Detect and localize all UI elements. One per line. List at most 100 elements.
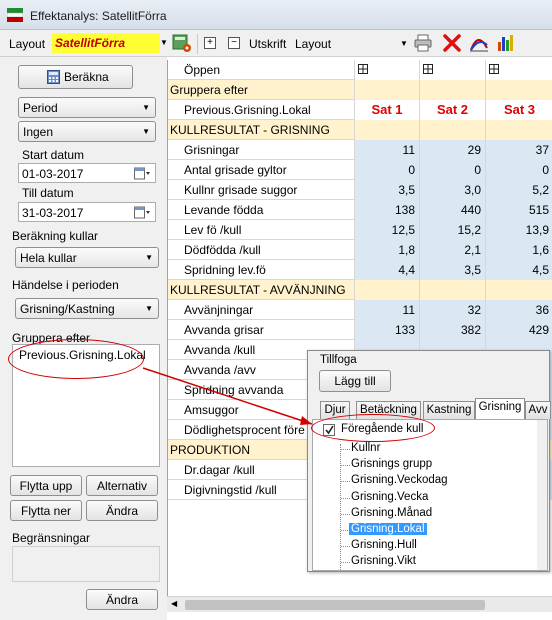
limits-box[interactable] (12, 546, 160, 582)
data-cell[interactable]: 4,4 (354, 260, 419, 280)
table-row[interactable]: Kullnr grisade suggor 3,5 3,0 5,2 (168, 180, 552, 200)
expand-all-button[interactable]: + (204, 37, 216, 49)
data-cell[interactable]: 138 (354, 200, 419, 220)
tree-item[interactable]: Grisning.Vikt (351, 555, 416, 567)
add-button[interactable]: Lägg till (319, 370, 391, 392)
data-cell[interactable]: 0 (354, 160, 419, 180)
table-row[interactable]: Dödfödda /kull 1,8 2,1 1,6 (168, 240, 552, 260)
data-cell[interactable]: 0 (485, 160, 552, 180)
data-cell[interactable]: 13,9 (485, 220, 552, 240)
data-cell[interactable]: 29 (419, 140, 485, 160)
calculate-button[interactable]: Beräkna (18, 65, 133, 89)
data-cell[interactable]: 429 (485, 320, 552, 340)
pin-icon[interactable] (489, 64, 499, 74)
horizontal-scrollbar[interactable]: ◀ (167, 596, 552, 612)
data-cell[interactable]: 133 (354, 320, 419, 340)
column-header[interactable]: Sat 3 (485, 100, 552, 120)
print-layout-select[interactable]: Layout ▼ (295, 37, 411, 53)
data-cell[interactable]: 3,5 (354, 180, 419, 200)
data-cell[interactable]: 5,2 (485, 180, 552, 200)
grid-section-row[interactable]: Gruppera efter (168, 80, 552, 100)
calendar-icon[interactable] (134, 167, 151, 180)
data-cell[interactable]: 382 (419, 320, 485, 340)
data-cell[interactable]: 3,0 (419, 180, 485, 200)
table-row[interactable]: Lev fö /kull 12,5 15,2 13,9 (168, 220, 552, 240)
table-row[interactable]: Previous.Grisning.Lokal Sat 1 Sat 2 Sat 3 (168, 100, 552, 120)
column-header[interactable]: Sat 1 (354, 100, 419, 120)
tree-item[interactable]: Grisning.Vecka (351, 491, 428, 503)
table-row[interactable]: Grisningar 11 29 37 (168, 140, 552, 160)
calc-litters-select[interactable]: Hela kullar ▼ (15, 247, 159, 268)
data-cell[interactable]: 1,6 (485, 240, 552, 260)
event-select[interactable]: Grisning/Kastning ▼ (15, 298, 159, 319)
data-cell[interactable]: 0 (419, 160, 485, 180)
data-cell[interactable]: 11 (354, 300, 419, 320)
printer-icon[interactable] (413, 33, 433, 53)
chevron-down-icon: ▼ (142, 127, 150, 136)
table-row[interactable]: Antal grisade gyltor 0 0 0 (168, 160, 552, 180)
data-cell[interactable]: 36 (485, 300, 552, 320)
change-limits-button[interactable]: Ändra (86, 589, 158, 610)
data-cell[interactable]: 515 (485, 200, 552, 220)
tab-grisning[interactable]: Grisning (475, 398, 525, 420)
pin-icon[interactable] (423, 64, 433, 74)
table-row[interactable]: Spridning lev.fö 4,4 3,5 4,5 (168, 260, 552, 280)
data-cell[interactable]: 37 (485, 140, 552, 160)
data-cell[interactable]: 440 (419, 200, 485, 220)
change-group-button[interactable]: Ändra (86, 500, 158, 521)
table-row[interactable]: Öppen (168, 60, 552, 80)
tree-item[interactable]: Grisning.Månad (351, 507, 432, 519)
layout-settings-icon[interactable] (172, 33, 192, 53)
scrollbar-thumb[interactable] (185, 600, 485, 610)
column-header[interactable]: Sat 2 (419, 100, 485, 120)
ingen-select[interactable]: Ingen ▼ (18, 121, 156, 142)
grid-section-row[interactable]: KULLRESULTAT - AVVÄNJNING (168, 280, 552, 300)
pin-column-cell[interactable] (485, 60, 552, 80)
grid-section-row[interactable]: KULLRESULTAT - GRISNING (168, 120, 552, 140)
end-date-value: 31-03-2017 (22, 206, 84, 220)
scroll-left-icon[interactable]: ◀ (171, 599, 177, 608)
move-down-button[interactable]: Flytta ner (10, 500, 82, 521)
tree-item[interactable]: Grisnings grupp (351, 458, 432, 470)
period-select[interactable]: Period ▼ (18, 97, 156, 118)
data-cell[interactable]: 1,8 (354, 240, 419, 260)
table-row[interactable]: Avvänjningar 11 32 36 (168, 300, 552, 320)
layout-select[interactable]: SatellitFörra ▼ (52, 33, 168, 53)
collapse-all-button[interactable]: − (228, 37, 240, 49)
tree-item[interactable]: Grisning.Hull (351, 539, 417, 551)
data-cell[interactable]: 3,5 (419, 260, 485, 280)
close-icon[interactable] (442, 33, 462, 53)
layout-value: SatellitFörra (52, 33, 160, 53)
bar-chart-icon[interactable] (496, 33, 516, 53)
tree-item[interactable]: Kullnr (351, 442, 380, 454)
tree-item[interactable]: Grisning.Veckodag (351, 474, 448, 486)
data-cell[interactable]: 15,2 (419, 220, 485, 240)
vertical-scrollbar[interactable] (537, 420, 547, 570)
tree-item[interactable]: Grisning.Lokal (349, 523, 427, 535)
data-cell[interactable]: 11 (354, 140, 419, 160)
start-date-field[interactable]: 01-03-2017 (18, 163, 156, 183)
table-row[interactable]: Avvanda grisar 133 382 429 (168, 320, 552, 340)
field-tree: Föregående kull Kullnr Grisnings grupp Gri… (312, 419, 548, 571)
table-row[interactable]: Levande födda 138 440 515 (168, 200, 552, 220)
alternative-button[interactable]: Alternativ (86, 475, 158, 496)
data-cell[interactable]: 2,1 (419, 240, 485, 260)
data-cell[interactable]: 12,5 (354, 220, 419, 240)
data-cell[interactable]: 4,5 (485, 260, 552, 280)
tab-kastning[interactable]: Kastning (423, 401, 475, 419)
pin-column-cell[interactable] (354, 60, 419, 80)
tree-branch-line (341, 562, 350, 564)
add-popup: Tillfoga Lägg till Djur Betäckning Kastn… (307, 350, 551, 572)
end-date-field[interactable]: 31-03-2017 (18, 202, 156, 222)
curve-chart-icon[interactable] (469, 33, 489, 53)
section-cell (485, 280, 552, 300)
move-up-button[interactable]: Flytta upp (10, 475, 82, 496)
tab-avv[interactable]: Avv (525, 401, 551, 419)
section-cell (419, 120, 485, 140)
pin-icon[interactable] (358, 64, 368, 74)
pin-column-cell[interactable] (419, 60, 485, 80)
start-date-value: 01-03-2017 (22, 167, 84, 181)
row-label: PRODUKTION (170, 443, 251, 457)
data-cell[interactable]: 32 (419, 300, 485, 320)
calendar-icon[interactable] (134, 206, 151, 219)
